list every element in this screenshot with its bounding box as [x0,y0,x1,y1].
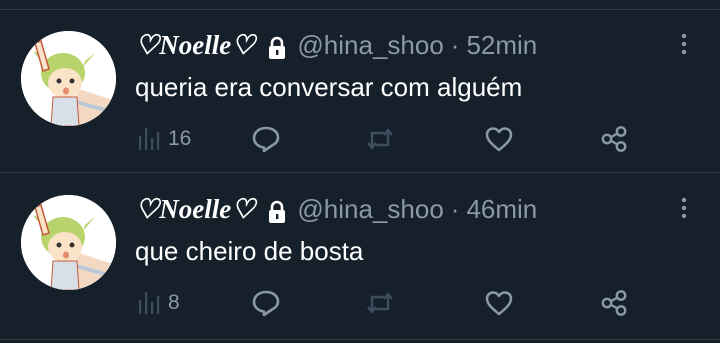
like-button[interactable] [484,285,514,321]
heart-icon [484,290,514,316]
bar-chart-icon [138,292,162,314]
share-button[interactable] [600,285,628,321]
share-button[interactable] [600,121,628,157]
share-icon [600,289,628,317]
display-name[interactable]: ♡Noelle♡ [135,191,255,227]
views-button[interactable]: 16 [138,121,191,157]
timestamp[interactable]: 46min [466,191,537,227]
tweet[interactable]: ♡Noelle♡ @hina_shoo · 52min queria era c… [0,9,720,173]
reply-icon [251,289,281,317]
tweet-header: ♡Noelle♡ @hina_shoo · 52min [135,27,537,63]
retweet-icon [365,291,395,315]
bar-chart-icon [138,128,162,150]
tweet-text: que cheiro de bosta [135,236,364,266]
handle[interactable]: @hina_shoo [297,191,443,227]
display-name[interactable]: ♡Noelle♡ [135,27,255,63]
views-button[interactable]: 8 [138,285,180,321]
views-count: 8 [168,291,180,314]
handle[interactable]: @hina_shoo [297,27,443,63]
more-icon[interactable] [680,197,688,219]
reply-icon [251,125,281,153]
divider [0,339,720,340]
avatar[interactable] [21,195,116,290]
retweet-button[interactable] [365,121,395,157]
retweet-button[interactable] [365,285,395,321]
heart-icon [484,126,514,152]
lock-icon [267,197,287,223]
tweet-text: queria era conversar com alguém [135,72,523,102]
more-icon[interactable] [680,33,688,55]
tweet-actions: 16 [0,121,720,157]
retweet-icon [365,127,395,151]
reply-button[interactable] [251,285,281,321]
timestamp[interactable]: 52min [466,27,537,63]
separator-dot: · [450,30,460,60]
lock-icon [267,33,287,59]
tweet-header: ♡Noelle♡ @hina_shoo · 46min [135,191,537,227]
tweet[interactable]: ♡Noelle♡ @hina_shoo · 46min que cheiro d… [0,173,720,337]
reply-button[interactable] [251,121,281,157]
like-button[interactable] [484,121,514,157]
tweet-actions: 8 [0,285,720,321]
avatar[interactable] [21,31,116,126]
separator-dot: · [450,194,460,224]
views-count: 16 [168,127,192,150]
share-icon [600,125,628,153]
